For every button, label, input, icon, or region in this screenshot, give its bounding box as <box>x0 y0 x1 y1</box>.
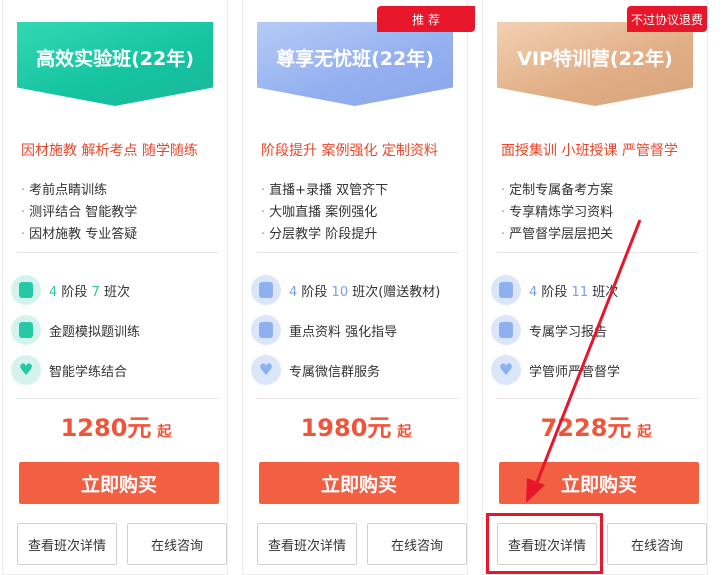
card-slogan: 阶段提升 案例强化 定制资料 <box>261 143 438 159</box>
feature-label: 智能学练结合 <box>49 364 128 380</box>
feature-item: 专属学习报告 <box>491 310 607 350</box>
feature-stages: 4 阶段 11 班次 <box>491 270 618 310</box>
view-class-details-button[interactable]: 查看班次详情 <box>17 523 117 565</box>
feature-label: 专属微信群服务 <box>289 364 381 380</box>
card-title: 尊享无忧班(22年) <box>276 48 434 70</box>
class-unit: 班次(赠送教材) <box>348 284 441 300</box>
price-suffix: 起 <box>157 424 172 440</box>
bullet-item: 因材施教 专业答疑 <box>21 224 137 246</box>
price-value: 7228元 <box>540 414 632 442</box>
divider <box>17 398 219 399</box>
course-card-premium: 尊享无忧班(22年) 阶段提升 案例强化 定制资料 直播+录播 双管齐下 大咖直… <box>242 0 468 575</box>
card-title: 高效实验班(22年) <box>36 48 194 70</box>
price: 1280元起 <box>3 408 229 443</box>
feature-bullets: 直播+录播 双管齐下 大咖直播 案例强化 分层教学 阶段提升 <box>261 180 388 246</box>
class-count: 10 <box>331 284 349 300</box>
feature-item: ♥ 学管师严管督学 <box>491 350 620 390</box>
lock-icon <box>251 315 281 345</box>
highlight-box <box>486 513 603 574</box>
course-card-vip: VIP特训营(22年) 面授集训 小班授课 严管督学 定制专属备考方案 专享精炼… <box>482 0 708 575</box>
online-consult-button[interactable]: 在线咨询 <box>607 523 707 565</box>
feature-stages: 4 阶段 10 班次(赠送教材) <box>251 270 440 310</box>
card-slogan: 因材施教 解析考点 随学随练 <box>21 143 198 159</box>
course-card-efficient-lab: 高效实验班(22年) 因材施教 解析考点 随学随练 考前点睛训练 测评结合 智能… <box>2 0 228 575</box>
price-value: 1980元 <box>300 414 392 442</box>
buy-now-button[interactable]: 立即购买 <box>499 462 699 504</box>
feature-item: ♥ 智能学练结合 <box>11 350 127 390</box>
divider <box>497 252 699 253</box>
buy-now-button[interactable]: 立即购买 <box>259 462 459 504</box>
divider <box>17 252 219 253</box>
feature-bullets: 定制专属备考方案 专享精炼学习资料 严管督学层层把关 <box>501 180 613 246</box>
bullet-item: 测评结合 智能教学 <box>21 202 137 224</box>
card-title-banner: 高效实验班(22年) <box>17 22 213 106</box>
class-unit: 班次 <box>588 284 619 300</box>
stage-unit: 阶段 <box>57 284 92 300</box>
feature-stages: 4 阶段 7 班次 <box>11 270 130 310</box>
feature-item: 金题模拟题训练 <box>11 310 140 350</box>
book-icon <box>491 275 521 305</box>
divider <box>257 398 459 399</box>
lock-icon <box>491 315 521 345</box>
card-title-banner: 尊享无忧班(22年) <box>257 22 453 106</box>
class-count: 7 <box>91 284 100 300</box>
heart-icon: ♥ <box>251 355 281 385</box>
bullet-item: 严管督学层层把关 <box>501 224 613 246</box>
feature-label: 重点资料 强化指导 <box>289 324 398 340</box>
heart-icon: ♥ <box>11 355 41 385</box>
price: 7228元起 <box>483 408 709 443</box>
refund-guarantee-tag: 不过协议退费 <box>627 6 707 32</box>
card-title-banner: VIP特训营(22年) <box>497 22 693 106</box>
book-icon <box>251 275 281 305</box>
online-consult-button[interactable]: 在线咨询 <box>367 523 467 565</box>
stage-unit: 阶段 <box>297 284 332 300</box>
divider <box>497 398 699 399</box>
divider <box>257 252 459 253</box>
card-slogan: 面授集训 小班授课 严管督学 <box>501 143 678 159</box>
bullet-item: 直播+录播 双管齐下 <box>261 180 388 202</box>
bullet-item: 专享精炼学习资料 <box>501 202 613 224</box>
bullet-item: 大咖直播 案例强化 <box>261 202 388 224</box>
feature-item: 重点资料 强化指导 <box>251 310 397 350</box>
feature-label: 专属学习报告 <box>529 324 608 340</box>
bullet-item: 分层教学 阶段提升 <box>261 224 388 246</box>
stage-unit: 阶段 <box>537 284 572 300</box>
price-suffix: 起 <box>397 424 412 440</box>
book-icon <box>11 275 41 305</box>
heart-icon: ♥ <box>491 355 521 385</box>
view-class-details-button[interactable]: 查看班次详情 <box>257 523 357 565</box>
recommend-tag: 推 荐 <box>377 6 475 32</box>
bullet-item: 考前点睛训练 <box>21 180 137 202</box>
feature-label: 学管师严管督学 <box>529 364 621 380</box>
bullet-item: 定制专属备考方案 <box>501 180 613 202</box>
online-consult-button[interactable]: 在线咨询 <box>127 523 227 565</box>
card-title: VIP特训营(22年) <box>517 48 673 70</box>
price-value: 1280元 <box>60 414 152 442</box>
feature-label: 金题模拟题训练 <box>49 324 141 340</box>
class-count: 11 <box>571 284 589 300</box>
feature-bullets: 考前点睛训练 测评结合 智能教学 因材施教 专业答疑 <box>21 180 137 246</box>
class-unit: 班次 <box>99 284 130 300</box>
feature-item: ♥ 专属微信群服务 <box>251 350 380 390</box>
price-suffix: 起 <box>637 424 652 440</box>
lock-icon <box>11 315 41 345</box>
buy-now-button[interactable]: 立即购买 <box>19 462 219 504</box>
price: 1980元起 <box>243 408 469 443</box>
